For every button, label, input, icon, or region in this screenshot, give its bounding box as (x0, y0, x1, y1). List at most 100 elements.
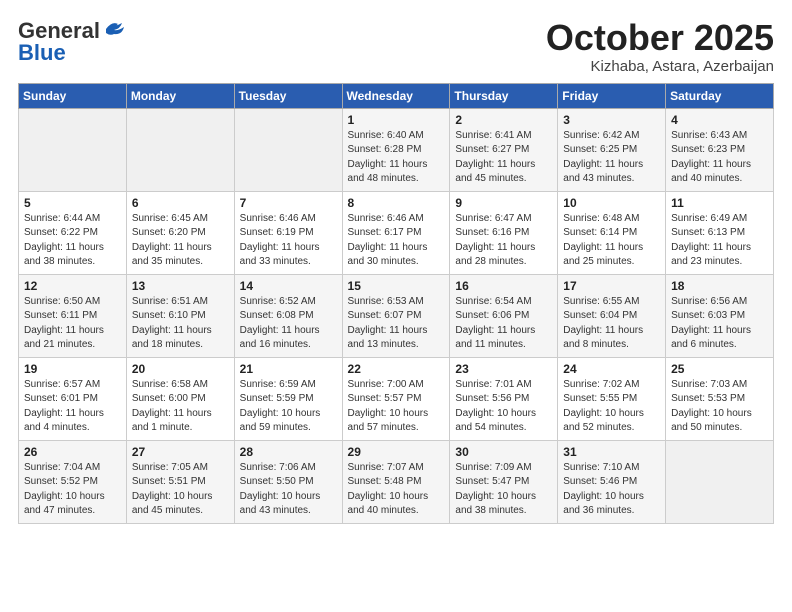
calendar-week-row: 19 Sunrise: 6:57 AM Sunset: 6:01 PM Dayli… (19, 357, 774, 440)
day-info: Sunrise: 6:52 AM Sunset: 6:08 PM Dayligh… (240, 295, 337, 353)
calendar-cell: 10 Sunrise: 6:48 AM Sunset: 6:14 PM Dayli… (558, 191, 666, 274)
day-number: 1 (348, 113, 445, 127)
day-info: Sunrise: 7:09 AM Sunset: 5:47 PM Dayligh… (455, 461, 552, 519)
day-info: Sunrise: 6:51 AM Sunset: 6:10 PM Dayligh… (132, 295, 229, 353)
calendar-cell: 13 Sunrise: 6:51 AM Sunset: 6:10 PM Dayli… (126, 274, 234, 357)
calendar-cell: 26Sunrise: 7:04 AM Sunset: 5:52 PM Dayli… (19, 440, 127, 523)
calendar-cell: 14 Sunrise: 6:52 AM Sunset: 6:08 PM Dayli… (234, 274, 342, 357)
calendar-cell: 19 Sunrise: 6:57 AM Sunset: 6:01 PM Dayli… (19, 357, 127, 440)
day-info: Sunrise: 6:45 AM Sunset: 6:20 PM Dayligh… (132, 212, 229, 270)
calendar-cell: 17 Sunrise: 6:55 AM Sunset: 6:04 PM Dayli… (558, 274, 666, 357)
calendar-week-row: 5Sunrise: 6:44 AM Sunset: 6:22 PM Daylig… (19, 191, 774, 274)
calendar-cell (19, 108, 127, 191)
calendar-table: Sunday Monday Tuesday Wednesday Thursday… (18, 83, 774, 524)
calendar-cell (234, 108, 342, 191)
calendar-week-row: 26Sunrise: 7:04 AM Sunset: 5:52 PM Dayli… (19, 440, 774, 523)
day-info: Sunrise: 6:44 AM Sunset: 6:22 PM Dayligh… (24, 212, 121, 270)
calendar-cell: 12 Sunrise: 6:50 AM Sunset: 6:11 PM Dayli… (19, 274, 127, 357)
day-info: Sunrise: 6:46 AM Sunset: 6:19 PM Dayligh… (240, 212, 337, 270)
calendar-cell: 1 Sunrise: 6:40 AM Sunset: 6:28 PM Daylig… (342, 108, 450, 191)
day-number: 6 (132, 196, 229, 210)
calendar-cell: 30 Sunrise: 7:09 AM Sunset: 5:47 PM Dayli… (450, 440, 558, 523)
day-number: 15 (348, 279, 445, 293)
calendar-cell: 6 Sunrise: 6:45 AM Sunset: 6:20 PM Daylig… (126, 191, 234, 274)
day-number: 21 (240, 362, 337, 376)
day-number: 24 (563, 362, 660, 376)
day-info: Sunrise: 6:42 AM Sunset: 6:25 PM Dayligh… (563, 129, 660, 187)
day-number: 27 (132, 445, 229, 459)
day-info: Sunrise: 7:04 AM Sunset: 5:52 PM Dayligh… (24, 461, 121, 519)
title-block: October 2025 Kizhaba, Astara, Azerbaijan (546, 18, 774, 75)
calendar-cell: 22Sunrise: 7:00 AM Sunset: 5:57 PM Dayli… (342, 357, 450, 440)
day-info: Sunrise: 7:03 AM Sunset: 5:53 PM Dayligh… (671, 378, 768, 436)
day-info: Sunrise: 6:49 AM Sunset: 6:13 PM Dayligh… (671, 212, 768, 270)
day-info: Sunrise: 6:58 AM Sunset: 6:00 PM Dayligh… (132, 378, 229, 436)
day-info: Sunrise: 7:10 AM Sunset: 5:46 PM Dayligh… (563, 461, 660, 519)
day-number: 22 (348, 362, 445, 376)
day-info: Sunrise: 7:02 AM Sunset: 5:55 PM Dayligh… (563, 378, 660, 436)
header-row: Sunday Monday Tuesday Wednesday Thursday… (19, 83, 774, 108)
day-info: Sunrise: 6:54 AM Sunset: 6:06 PM Dayligh… (455, 295, 552, 353)
day-number: 12 (24, 279, 121, 293)
calendar-cell: 11Sunrise: 6:49 AM Sunset: 6:13 PM Dayli… (666, 191, 774, 274)
calendar-cell (666, 440, 774, 523)
day-number: 3 (563, 113, 660, 127)
day-number: 7 (240, 196, 337, 210)
day-info: Sunrise: 6:41 AM Sunset: 6:27 PM Dayligh… (455, 129, 552, 187)
header: General Blue October 2025 Kizhaba, Astar… (18, 18, 774, 75)
month-title: October 2025 (546, 18, 774, 58)
calendar-cell (126, 108, 234, 191)
col-thursday: Thursday (450, 83, 558, 108)
day-number: 14 (240, 279, 337, 293)
day-number: 10 (563, 196, 660, 210)
day-info: Sunrise: 6:47 AM Sunset: 6:16 PM Dayligh… (455, 212, 552, 270)
calendar-week-row: 1 Sunrise: 6:40 AM Sunset: 6:28 PM Daylig… (19, 108, 774, 191)
day-info: Sunrise: 6:50 AM Sunset: 6:11 PM Dayligh… (24, 295, 121, 353)
calendar-cell: 28Sunrise: 7:06 AM Sunset: 5:50 PM Dayli… (234, 440, 342, 523)
col-monday: Monday (126, 83, 234, 108)
calendar-cell: 9Sunrise: 6:47 AM Sunset: 6:16 PM Daylig… (450, 191, 558, 274)
day-info: Sunrise: 6:43 AM Sunset: 6:23 PM Dayligh… (671, 129, 768, 187)
day-info: Sunrise: 6:53 AM Sunset: 6:07 PM Dayligh… (348, 295, 445, 353)
day-number: 17 (563, 279, 660, 293)
day-info: Sunrise: 6:56 AM Sunset: 6:03 PM Dayligh… (671, 295, 768, 353)
day-info: Sunrise: 6:59 AM Sunset: 5:59 PM Dayligh… (240, 378, 337, 436)
calendar-cell: 2 Sunrise: 6:41 AM Sunset: 6:27 PM Daylig… (450, 108, 558, 191)
day-info: Sunrise: 7:05 AM Sunset: 5:51 PM Dayligh… (132, 461, 229, 519)
col-tuesday: Tuesday (234, 83, 342, 108)
logo-bird-icon (104, 19, 126, 39)
day-info: Sunrise: 6:40 AM Sunset: 6:28 PM Dayligh… (348, 129, 445, 187)
logo: General Blue (18, 18, 126, 66)
calendar-cell: 16Sunrise: 6:54 AM Sunset: 6:06 PM Dayli… (450, 274, 558, 357)
calendar-cell: 3 Sunrise: 6:42 AM Sunset: 6:25 PM Daylig… (558, 108, 666, 191)
calendar-cell: 23 Sunrise: 7:01 AM Sunset: 5:56 PM Dayli… (450, 357, 558, 440)
day-number: 18 (671, 279, 768, 293)
calendar-cell: 7 Sunrise: 6:46 AM Sunset: 6:19 PM Daylig… (234, 191, 342, 274)
day-info: Sunrise: 6:55 AM Sunset: 6:04 PM Dayligh… (563, 295, 660, 353)
day-number: 8 (348, 196, 445, 210)
day-number: 4 (671, 113, 768, 127)
col-sunday: Sunday (19, 83, 127, 108)
day-number: 13 (132, 279, 229, 293)
col-friday: Friday (558, 83, 666, 108)
calendar-cell: 4 Sunrise: 6:43 AM Sunset: 6:23 PM Daylig… (666, 108, 774, 191)
calendar-cell: 24 Sunrise: 7:02 AM Sunset: 5:55 PM Dayli… (558, 357, 666, 440)
day-info: Sunrise: 6:48 AM Sunset: 6:14 PM Dayligh… (563, 212, 660, 270)
day-info: Sunrise: 7:01 AM Sunset: 5:56 PM Dayligh… (455, 378, 552, 436)
day-number: 19 (24, 362, 121, 376)
day-info: Sunrise: 6:46 AM Sunset: 6:17 PM Dayligh… (348, 212, 445, 270)
day-number: 23 (455, 362, 552, 376)
day-number: 30 (455, 445, 552, 459)
calendar-cell: 20Sunrise: 6:58 AM Sunset: 6:00 PM Dayli… (126, 357, 234, 440)
calendar-cell: 8 Sunrise: 6:46 AM Sunset: 6:17 PM Daylig… (342, 191, 450, 274)
day-number: 28 (240, 445, 337, 459)
day-number: 29 (348, 445, 445, 459)
location-title: Kizhaba, Astara, Azerbaijan (546, 58, 774, 75)
calendar-cell: 21 Sunrise: 6:59 AM Sunset: 5:59 PM Dayli… (234, 357, 342, 440)
calendar-cell: 31Sunrise: 7:10 AM Sunset: 5:46 PM Dayli… (558, 440, 666, 523)
calendar-cell: 15 Sunrise: 6:53 AM Sunset: 6:07 PM Dayli… (342, 274, 450, 357)
day-number: 2 (455, 113, 552, 127)
logo-blue-text: Blue (18, 40, 66, 66)
day-info: Sunrise: 6:57 AM Sunset: 6:01 PM Dayligh… (24, 378, 121, 436)
day-info: Sunrise: 7:07 AM Sunset: 5:48 PM Dayligh… (348, 461, 445, 519)
